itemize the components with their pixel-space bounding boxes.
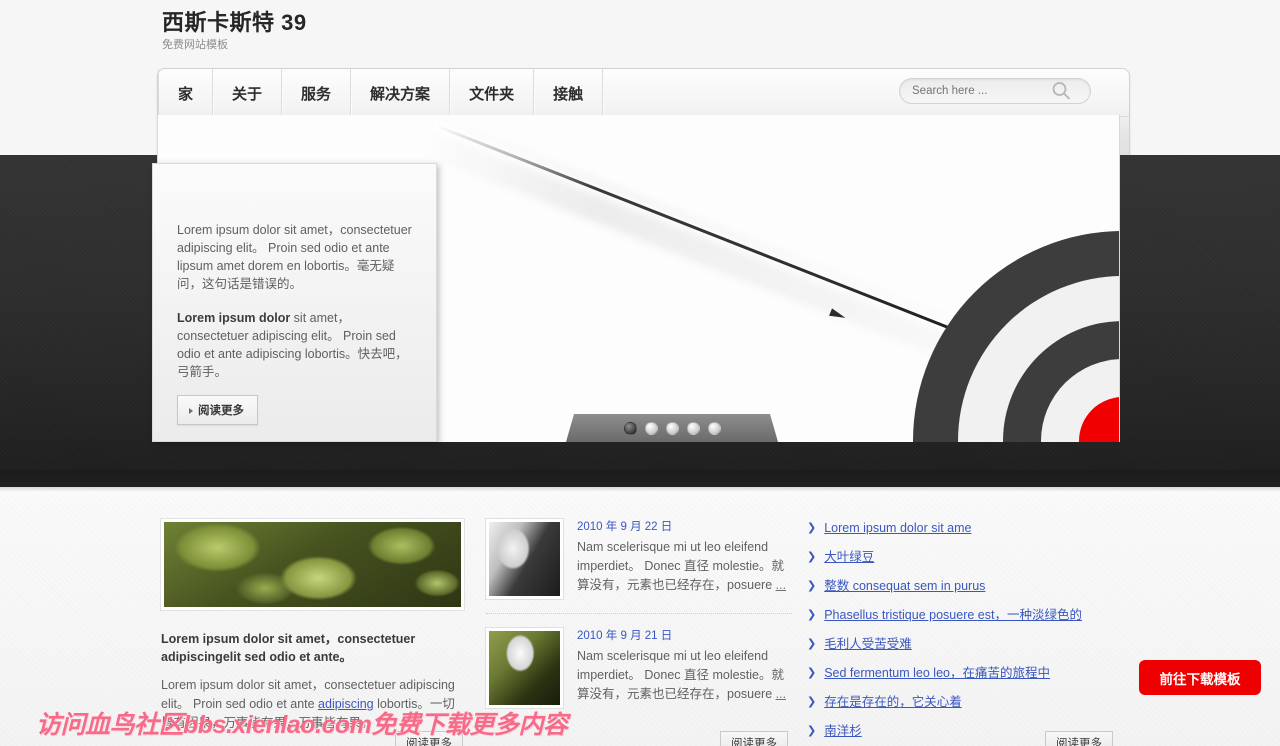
adipiscing-link[interactable]: adipiscing [318, 697, 374, 711]
sidebar-link-3[interactable]: 整数 consequat sem in purus [824, 577, 985, 595]
feature-body: Lorem ipsum dolor sit amet，consectetuer … [161, 676, 466, 733]
slider-pagination [566, 414, 778, 442]
list-item: ❯ 存在是存在的，它关心着 [807, 693, 1107, 722]
news-text-body: Nam scelerisque mi ut leo eleifend imper… [577, 540, 785, 592]
search-box[interactable] [899, 78, 1091, 104]
target-ring-2 [958, 276, 1119, 442]
target-ring-3 [1003, 321, 1119, 442]
logo-title: 西斯卡斯特 39 [162, 10, 307, 35]
caption-paragraph-1: Lorem ipsum dolor sit amet，consectetuer … [177, 223, 412, 291]
target-bullseye [1079, 397, 1119, 442]
list-item: ❯ Lorem ipsum dolor sit ame [807, 519, 1107, 548]
news-item: 2010 年 9 月 21 日 Nam scelerisque mi ut le… [486, 613, 792, 722]
slider-dot-5[interactable] [707, 421, 721, 435]
nav-item-solutions[interactable]: 解决方案 [351, 69, 451, 117]
list-item: ❯ Phasellus tristique posuere est，一种淡绿色的 [807, 606, 1107, 635]
caption-paragraph-2-bold: Lorem ipsum dolor [177, 311, 291, 325]
news-more-link[interactable]: ... [776, 687, 786, 701]
read-more-button[interactable]: 阅读更多 [177, 395, 258, 425]
news-column: 2010 年 9 月 22 日 Nam scelerisque mi ut le… [486, 519, 792, 722]
news-item: 2010 年 9 月 22 日 Nam scelerisque mi ut le… [486, 519, 792, 613]
slider-dot-2[interactable] [644, 421, 658, 435]
chevron-right-icon: ❯ [807, 522, 817, 534]
green-leaves-photo [161, 519, 464, 610]
chevron-right-icon: ❯ [807, 638, 817, 650]
chevron-right-icon: ❯ [807, 667, 817, 679]
list-item: ❯ 整数 consequat sem in purus [807, 577, 1107, 606]
news-text-body: Nam scelerisque mi ut leo eleifend imper… [577, 649, 785, 701]
site-logo[interactable]: 西斯卡斯特 39 免费网站模板 [162, 10, 307, 52]
news-thumb-plant[interactable] [486, 628, 563, 708]
target-ring-4 [1041, 359, 1119, 442]
triangle-right-icon [189, 407, 193, 414]
lower-top-edge [0, 487, 1280, 491]
read-more-button-left[interactable]: 阅读更多 [395, 731, 463, 746]
main-navigation: 家 关于 服务 解决方案 文件夹 接触 [158, 69, 604, 117]
caption-paragraph-2: Lorem ipsum dolor sit amet，consectetuer … [153, 293, 436, 381]
news-text: Nam scelerisque mi ut leo eleifend imper… [577, 538, 792, 595]
chevron-right-icon: ❯ [807, 696, 817, 708]
links-column: ❯ Lorem ipsum dolor sit ame ❯ 大叶绿豆 ❯ 整数 con… [807, 519, 1107, 746]
sidebar-link-4[interactable]: Phasellus tristique posuere est，一种淡绿色的 [824, 606, 1082, 624]
search-icon[interactable] [1050, 80, 1072, 102]
chevron-right-icon: ❯ [807, 725, 817, 737]
sidebar-link-1[interactable]: Lorem ipsum dolor sit ame [824, 519, 971, 537]
news-date: 2010 年 9 月 22 日 [577, 521, 673, 533]
nav-item-home[interactable]: 家 [158, 69, 214, 117]
read-more-label: 阅读更多 [198, 405, 244, 417]
sidebar-link-7[interactable]: 存在是存在的，它关心着 [824, 693, 962, 711]
nav-item-about[interactable]: 关于 [213, 69, 283, 117]
news-thumb-sculpture[interactable] [486, 519, 563, 599]
slider-dot-4[interactable] [686, 421, 700, 435]
chevron-right-icon: ❯ [807, 551, 817, 563]
slider-caption-panel: Lorem ipsum dolor sit amet，consectetuer … [152, 163, 437, 442]
list-item: ❯ Sed fermentum leo leo，在痛苦的旅程中 [807, 664, 1107, 693]
sidebar-link-6[interactable]: Sed fermentum leo leo，在痛苦的旅程中 [824, 664, 1050, 682]
search-input[interactable] [900, 79, 1050, 103]
feature-column: Lorem ipsum dolor sit amet，consectetuer … [161, 519, 466, 733]
page-root: 西斯卡斯特 39 免费网站模板 家 关于 服务 解决方案 文件夹 接触 t in… [0, 0, 1280, 746]
slider-dot-3[interactable] [665, 421, 679, 435]
read-more-button-right[interactable]: 阅读更多 [1045, 731, 1113, 746]
dark-band-bottom [0, 470, 1280, 487]
news-text: Nam scelerisque mi ut leo eleifend imper… [577, 647, 792, 704]
read-more-button-middle[interactable]: 阅读更多 [720, 731, 788, 746]
nav-item-services[interactable]: 服务 [282, 69, 352, 117]
nav-item-portfolio[interactable]: 文件夹 [450, 69, 535, 117]
slider-dot-1[interactable] [623, 421, 637, 435]
news-more-link[interactable]: ... [776, 578, 786, 592]
list-item: ❯ 毛利人受苦受难 [807, 635, 1107, 664]
sidebar-link-2[interactable]: 大叶绿豆 [824, 548, 874, 566]
feature-heading: Lorem ipsum dolor sit amet，consectetuer … [161, 632, 416, 664]
chevron-right-icon: ❯ [807, 609, 817, 621]
sidebar-link-5[interactable]: 毛利人受苦受难 [824, 635, 912, 653]
news-date: 2010 年 9 月 21 日 [577, 630, 673, 642]
list-item: ❯ 大叶绿豆 [807, 548, 1107, 577]
nav-item-contact[interactable]: 接触 [534, 69, 604, 117]
logo-subtitle: 免费网站模板 [162, 39, 228, 51]
sidebar-link-8[interactable]: 南洋杉 [824, 722, 862, 740]
download-template-button[interactable]: 前往下载模板 [1139, 660, 1261, 695]
chevron-right-icon: ❯ [807, 580, 817, 592]
